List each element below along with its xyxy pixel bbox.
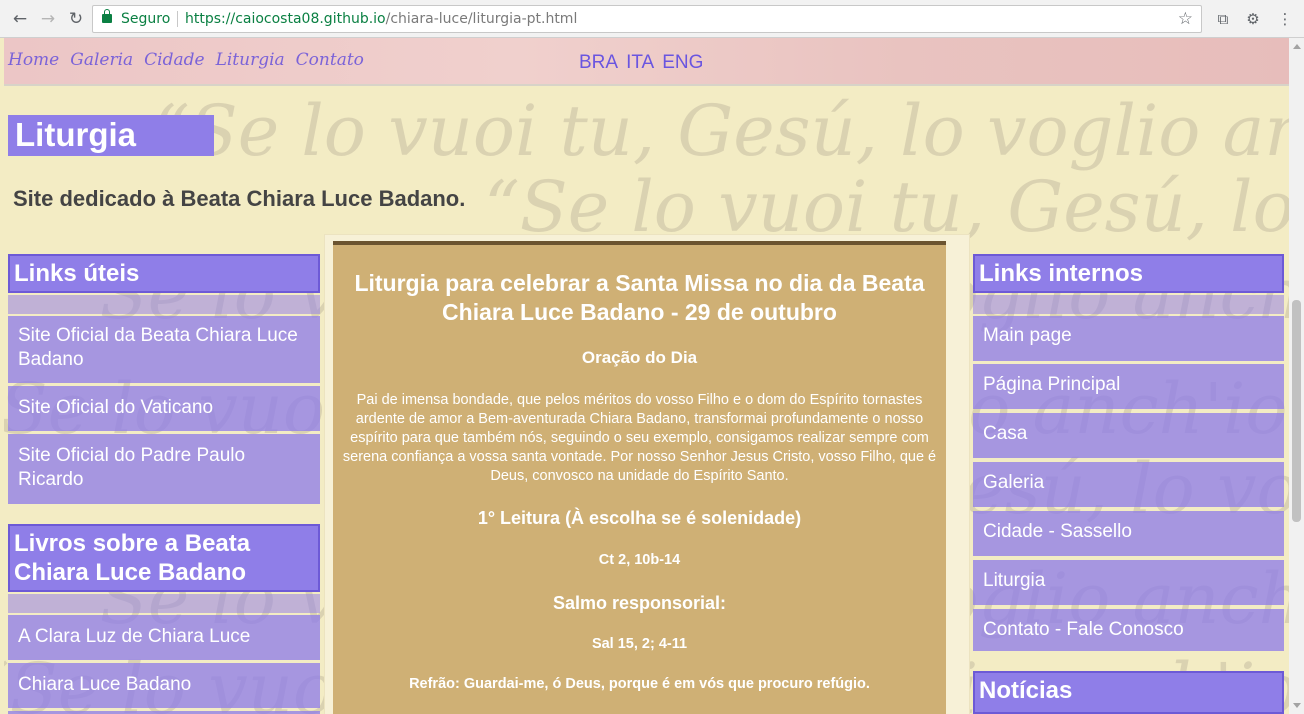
books-heading-box: Livros sobre a Beata Chiara Luce Badano	[8, 524, 320, 592]
secure-label: Seguro	[121, 11, 171, 27]
back-arrow-icon[interactable]: ←	[9, 8, 31, 30]
book-link-item[interactable]: A Clara Luz de Chiara Luce	[8, 615, 320, 660]
address-bar[interactable]: Seguro https://caiocosta08.github.io/chi…	[92, 5, 1202, 33]
internal-link-cidade[interactable]: Cidade - Sassello	[973, 511, 1284, 556]
psalm-refrain: Refrão: Guardai-me, ó Deus, porque é em …	[409, 676, 870, 692]
news-heading: Notícias	[979, 677, 1073, 704]
prayer-heading: Oração do Dia	[581, 348, 698, 367]
nav-contato[interactable]: Contato	[296, 50, 364, 70]
book-link-item[interactable]: Chiara Luce Badano	[8, 663, 320, 708]
internal-link-galeria[interactable]: Galeria	[973, 462, 1284, 507]
internal-link-casa[interactable]: Casa	[973, 413, 1284, 458]
internal-link-liturgia[interactable]: Liturgia	[973, 560, 1284, 605]
stripe	[973, 295, 1284, 314]
books-heading: Livros sobre a Beata Chiara Luce Badano	[14, 530, 251, 586]
page-scrollbar[interactable]	[1289, 38, 1304, 714]
liturgy-title: Liturgia para celebrar a Santa Missa no …	[354, 270, 925, 325]
reading1-ref: Ct 2, 10b-14	[598, 552, 681, 568]
stripe	[8, 295, 320, 314]
browser-toolbar: ← → ↻ Seguro https://caiocosta08.github.…	[0, 0, 1304, 38]
internal-link-contato[interactable]: Contato - Fale Conosco	[973, 609, 1284, 651]
stripe	[8, 594, 320, 613]
bookmark-star-icon[interactable]: ☆	[1178, 6, 1193, 32]
lang-eng[interactable]: ENG	[662, 52, 703, 73]
page-title-box: Liturgia	[8, 115, 214, 156]
news-heading-box: Notícias	[973, 671, 1284, 714]
useful-link-item[interactable]: Site Oficial do Vaticano	[8, 386, 320, 431]
scroll-up-arrow-icon[interactable]	[1293, 44, 1301, 49]
main-nav: Home Galeria Cidade Liturgia Contato	[8, 50, 375, 70]
lang-bra[interactable]: BRA	[579, 52, 618, 73]
useful-link-item[interactable]: Site Oficial do Padre Paulo Ricardo	[8, 434, 320, 504]
menu-dots-icon[interactable]: ⋮	[1275, 9, 1295, 29]
lock-icon	[102, 9, 112, 23]
reload-icon[interactable]: ↻	[65, 8, 87, 30]
extension-puzzle-icon[interactable]: ⚙	[1243, 9, 1263, 29]
useful-links-heading-box: Links úteis	[8, 254, 320, 293]
language-switcher: BRA ITA ENG	[579, 52, 711, 74]
liturgy-content: Liturgia para celebrar a Santa Missa no …	[333, 241, 946, 714]
forward-arrow-icon[interactable]: →	[37, 8, 59, 30]
useful-link-item[interactable]: Site Oficial da Beata Chiara Luce Badano	[8, 316, 320, 383]
internal-links-heading-box: Links internos	[973, 254, 1284, 293]
extension-copy-icon[interactable]: ⧉	[1213, 9, 1233, 29]
address-separator	[177, 11, 178, 27]
reading1-heading: 1° Leitura (À escolha se é solenidade)	[477, 508, 802, 528]
url-text[interactable]: https://caiocosta08.github.io/chiara-luc…	[185, 6, 577, 32]
nav-galeria[interactable]: Galeria	[70, 50, 133, 70]
top-nav-bar: Home Galeria Cidade Liturgia Contato BRA ITA E…	[4, 38, 1289, 86]
internal-link-pagina-principal[interactable]: Página Principal	[973, 364, 1284, 409]
page-title: Liturgia	[15, 116, 136, 153]
page-viewport: “Se lo vuoi tu, Gesú, lo voglio anch'io!…	[4, 38, 1289, 714]
scroll-thumb[interactable]	[1292, 300, 1301, 522]
internal-link-main-page[interactable]: Main page	[973, 316, 1284, 361]
page-subtitle: Site dedicado à Beata Chiara Luce Badano…	[13, 186, 466, 211]
useful-links-heading: Links úteis	[14, 260, 140, 287]
nav-liturgia[interactable]: Liturgia	[216, 50, 285, 70]
internal-links-heading: Links internos	[979, 260, 1144, 287]
nav-home[interactable]: Home	[8, 50, 59, 70]
prayer-text: Pai de imensa bondade, que pelos méritos…	[342, 392, 937, 484]
background-quote: “Se lo vuoi tu, Gesú, lo voglio anch'io!…	[154, 90, 1289, 172]
psalm-ref: Sal 15, 2; 4-11	[591, 636, 688, 652]
nav-cidade[interactable]: Cidade	[144, 50, 204, 70]
scroll-down-arrow-icon[interactable]	[1293, 703, 1301, 708]
psalm-heading: Salmo responsorial:	[552, 593, 727, 613]
lang-ita[interactable]: ITA	[626, 52, 654, 73]
